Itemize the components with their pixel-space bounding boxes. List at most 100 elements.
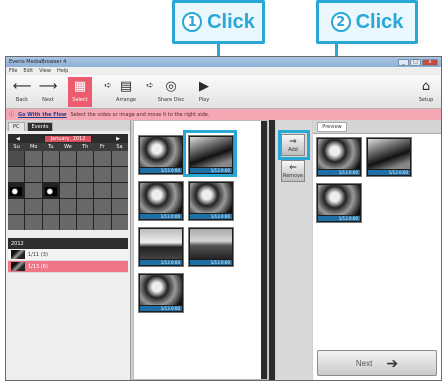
selection-highlight-1 — [183, 130, 237, 177]
close-button[interactable]: x — [422, 58, 438, 66]
media-thumbnail[interactable]: 1/13 0:00 — [138, 181, 184, 221]
calendar-day[interactable] — [94, 183, 111, 198]
next-button[interactable]: Next ➔ — [317, 350, 437, 376]
calendar-day[interactable] — [25, 215, 42, 230]
selected-thumbnail[interactable]: 1/13 0:00 — [316, 137, 362, 177]
selected-thumbnail[interactable]: 1/13 0:00 — [316, 183, 362, 223]
calendar-day[interactable] — [25, 183, 42, 198]
year-header: 2012 — [8, 238, 128, 249]
calendar-day[interactable] — [8, 199, 25, 214]
arrow-left-icon: ⟵ — [12, 78, 32, 94]
thumbnail-image — [140, 229, 182, 259]
selected-thumbnail[interactable]: 1/13 0:00 — [366, 137, 412, 177]
calendar-day[interactable] — [42, 167, 59, 182]
arrow-right-icon: ➔ — [386, 354, 399, 371]
maximize-button[interactable]: □ — [410, 58, 421, 66]
weekday: Mo — [30, 144, 38, 150]
calendar-day[interactable] — [94, 167, 111, 182]
thumbnail-image — [190, 229, 232, 259]
calendar-day[interactable] — [77, 215, 94, 230]
calendar-day[interactable] — [77, 199, 94, 214]
thumbnail-image — [190, 183, 232, 213]
tab-preview[interactable]: Preview — [317, 122, 347, 132]
calendar-day[interactable] — [42, 199, 59, 214]
info-bar: ⓘ Go With the Flow Select the video or i… — [6, 109, 441, 120]
calendar-day[interactable] — [8, 167, 25, 182]
calendar-day[interactable] — [111, 215, 128, 230]
calendar-day[interactable] — [77, 167, 94, 182]
date-list-item-selected[interactable]: 1/13 (6) — [8, 261, 128, 273]
calendar-day[interactable] — [25, 151, 42, 166]
next-button-label: Next — [355, 358, 373, 368]
media-thumbnail[interactable]: 1/13 0:00 — [138, 135, 184, 175]
date-label: 1/13 (6) — [28, 263, 48, 270]
calendar-day-with-media[interactable] — [8, 183, 25, 198]
weekday-header: Su Mo Tu We Th Fr Sa — [8, 143, 128, 151]
media-thumbnail[interactable]: 1/13 0:00 — [138, 273, 184, 313]
calendar-day[interactable] — [94, 151, 111, 166]
selected-list: 1/13 0:00 1/13 0:00 1/13 0:00 Next ➔ — [313, 133, 441, 380]
arrow-right-icon: ⟶ — [38, 78, 58, 94]
minimize-button[interactable]: _ — [398, 58, 409, 66]
thumbnail-caption: 1/13 0:00 — [318, 216, 360, 221]
menu-edit[interactable]: Edit — [23, 68, 33, 74]
thumbnail-image — [368, 139, 410, 169]
thumbnail-caption: 1/13 0:00 — [140, 214, 182, 219]
play-button[interactable]: ▶ Play — [192, 77, 216, 107]
calendar-day[interactable] — [59, 151, 77, 166]
calendar-day[interactable] — [111, 199, 128, 214]
menu-help[interactable]: Help — [57, 68, 68, 74]
calendar-day[interactable] — [111, 151, 128, 166]
calendar-day[interactable] — [59, 199, 77, 214]
calendar-day[interactable] — [77, 183, 94, 198]
calendar-day[interactable] — [111, 183, 128, 198]
calendar-day[interactable] — [25, 167, 42, 182]
callout-1: 1 Click — [172, 0, 265, 44]
selection-highlight-2 — [278, 130, 310, 160]
thumbnail-image — [318, 185, 360, 215]
calendar-day[interactable] — [59, 215, 77, 230]
prev-month-button[interactable]: ◀ — [16, 136, 20, 142]
media-thumbnail[interactable]: 1/13 0:00 — [138, 227, 184, 267]
calendar-day[interactable] — [77, 151, 94, 166]
tab-events[interactable]: Events — [26, 122, 54, 131]
weekday: Su — [13, 144, 20, 150]
callout-2: 2 Click — [316, 0, 418, 44]
select-button[interactable]: ▦ Select — [68, 77, 92, 107]
flow-link[interactable]: Go With the Flow — [18, 112, 66, 118]
calendar-day[interactable] — [42, 151, 59, 166]
calendar-day[interactable] — [42, 215, 59, 230]
calendar-day[interactable] — [8, 215, 25, 230]
tab-pc[interactable]: PC — [8, 122, 25, 131]
calendar-day[interactable] — [94, 199, 111, 214]
next-month-button[interactable]: ▶ — [116, 136, 120, 142]
menu-view[interactable]: View — [39, 68, 51, 74]
arrange-button[interactable]: ▤ Arrange — [114, 77, 138, 107]
month-navigator: ◀ January, 2012 ▶ — [8, 134, 128, 143]
play-icon: ▶ — [199, 78, 209, 94]
thumbnail-image — [140, 183, 182, 213]
remove-icon: ⇐ — [289, 163, 297, 173]
home-icon: ⌂ — [421, 78, 431, 94]
thumbnail-caption: 1/13 0:00 — [318, 170, 360, 175]
selected-panel: Preview 1/13 0:00 1/13 0:00 1/13 0:00 Ne… — [313, 120, 441, 380]
menu-file[interactable]: File — [9, 68, 17, 74]
calendar-day[interactable] — [25, 199, 42, 214]
remove-button[interactable]: ⇐ Remove — [281, 160, 305, 182]
calendar-day[interactable] — [59, 167, 77, 182]
media-thumbnail[interactable]: 1/13 0:00 — [188, 227, 234, 267]
setup-button[interactable]: ⌂ Setup — [414, 77, 438, 107]
weekday: Fr — [99, 144, 105, 150]
calendar-day[interactable] — [59, 183, 77, 198]
main-area: PC Events ◀ January, 2012 ▶ Su Mo Tu We … — [6, 120, 441, 380]
info-text: Select the video or image and move it to… — [70, 111, 210, 118]
calendar-day-with-media[interactable] — [42, 183, 59, 198]
media-grid-scrollbar[interactable] — [261, 121, 267, 379]
calendar-day[interactable] — [94, 215, 111, 230]
share-disc-button[interactable]: ◎ Share Disc — [156, 77, 186, 107]
calendar-day[interactable] — [111, 167, 128, 182]
media-thumbnail[interactable]: 1/13 0:00 — [188, 181, 234, 221]
forward-button[interactable]: ⟶ Next — [36, 77, 60, 107]
date-list-item[interactable]: 1/11 (3) — [8, 249, 128, 261]
back-button[interactable]: ⟵ Back — [10, 77, 34, 107]
